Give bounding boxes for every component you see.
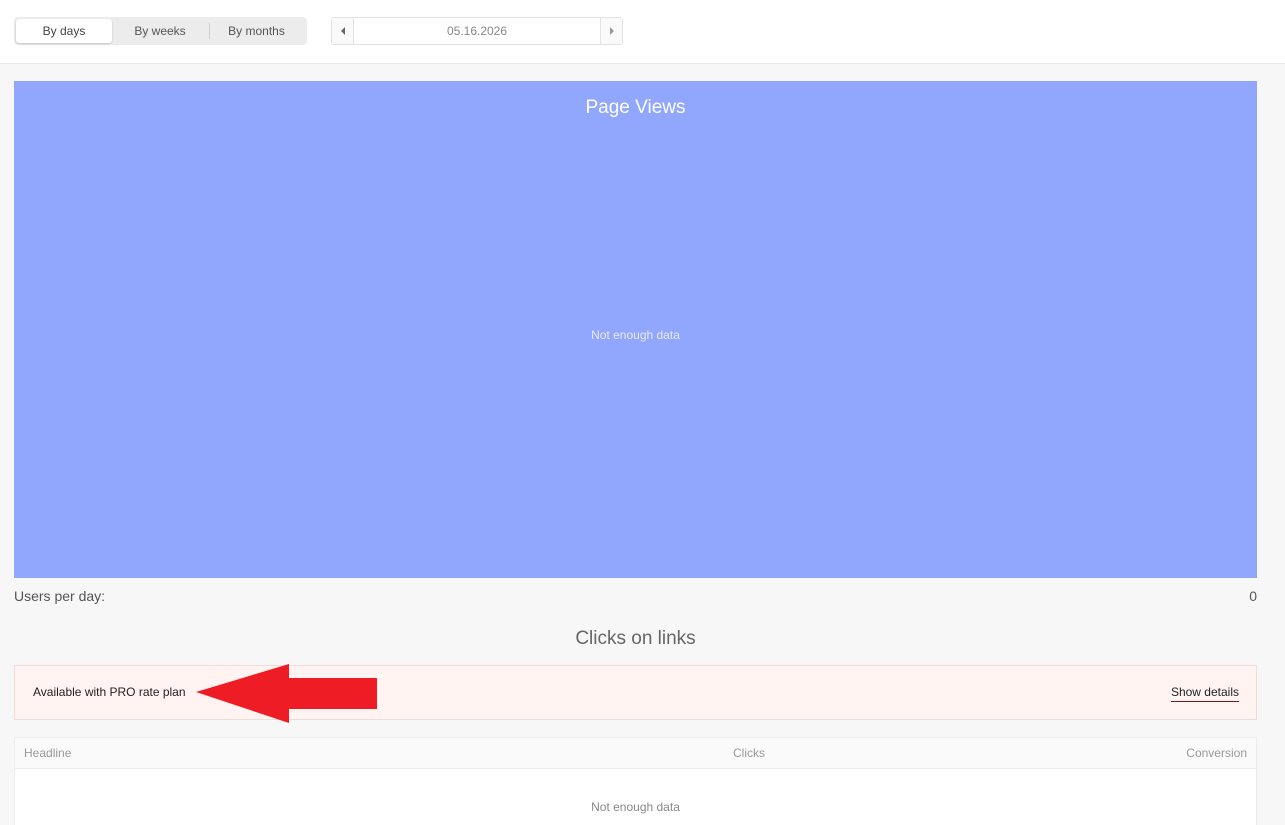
pro-notice-text: Available with PRO rate plan [33, 685, 186, 699]
column-conversion[interactable]: Conversion [1186, 746, 1247, 760]
top-toolbar: By days By weeks By months 05.16.2026 [0, 0, 1285, 64]
caret-left-icon [340, 27, 345, 35]
caret-right-icon [609, 27, 614, 35]
column-headline[interactable]: Headline [24, 746, 71, 760]
chart-empty-message: Not enough data [591, 328, 680, 342]
red-arrow-icon [196, 664, 377, 723]
tab-divider [209, 23, 210, 39]
clicks-section-title: Clicks on links [575, 628, 696, 649]
table-empty-message: Not enough data [591, 800, 680, 814]
tab-by-months[interactable]: By months [208, 19, 305, 43]
date-picker: 05.16.2026 [331, 17, 623, 45]
next-date-button[interactable] [600, 18, 622, 44]
date-field[interactable]: 05.16.2026 [354, 18, 600, 44]
users-per-day-label: Users per day: [14, 588, 106, 604]
clicks-table: Headline Clicks Conversion Not enough da… [14, 737, 1257, 825]
users-per-day-value: 0 [1249, 588, 1257, 604]
tab-by-weeks[interactable]: By weeks [112, 19, 208, 43]
previous-date-button[interactable] [332, 18, 354, 44]
tab-by-days[interactable]: By days [16, 19, 112, 43]
table-header: Headline Clicks Conversion [15, 738, 1256, 769]
page-views-chart: Page Views Not enough data [14, 81, 1257, 578]
column-clicks[interactable]: Clicks [733, 746, 765, 760]
period-switcher: By days By weeks By months [14, 17, 307, 45]
chart-title: Page Views [585, 97, 686, 118]
show-details-link[interactable]: Show details [1170, 685, 1239, 702]
